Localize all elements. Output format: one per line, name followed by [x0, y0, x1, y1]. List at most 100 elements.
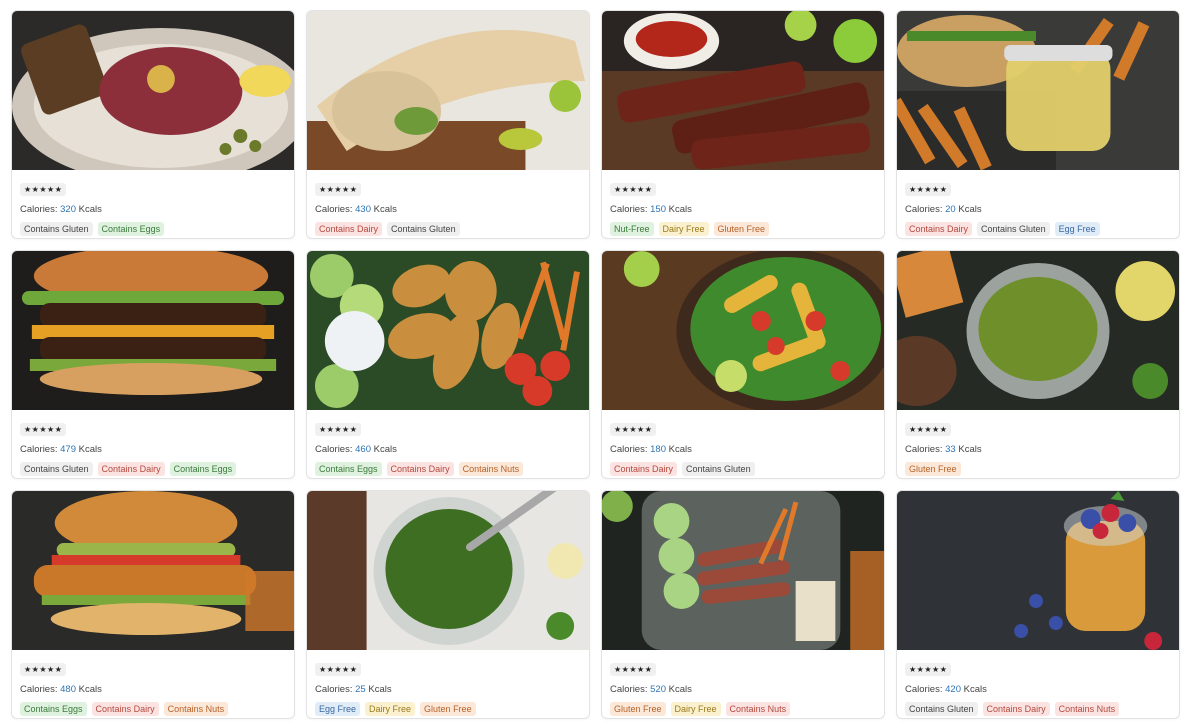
berry-parfait-photo[interactable] — [897, 491, 1179, 650]
dietary-tags: Contains Dairy Contains Gluten Egg Free — [905, 222, 1171, 236]
recipe-card[interactable]: ★★★★★ Calories: 460 Kcals Contains Eggs Con… — [306, 250, 590, 479]
calories-value: 479 — [60, 444, 76, 455]
calories-label: Calories: — [610, 204, 648, 215]
calories-value: 420 — [945, 684, 961, 695]
dietary-tag[interactable]: Contains Gluten — [977, 222, 1050, 236]
chicken-tenders-photo[interactable] — [307, 251, 589, 410]
calories-value: 520 — [650, 684, 666, 695]
recipe-card[interactable]: ★★★★★ Calories: 479 Kcals Contains Gluten C… — [11, 250, 295, 479]
calories-label: Calories: — [315, 684, 353, 695]
dietary-tag[interactable]: Gluten Free — [713, 222, 770, 236]
dietary-tag[interactable]: Dairy Free — [670, 702, 721, 716]
dietary-tag[interactable]: Contains Dairy — [97, 462, 165, 476]
calories-value: 430 — [355, 204, 371, 215]
recipe-card[interactable]: ★★★★★ Calories: 150 Kcals Nut-Free Dairy Fr… — [601, 10, 885, 239]
calories-unit: Kcals — [78, 204, 102, 215]
star-rating: ★★★★★ — [20, 183, 67, 196]
corn-salad-photo[interactable] — [602, 251, 884, 410]
calories-unit: Kcals — [958, 204, 982, 215]
double-burger-photo[interactable] — [12, 251, 294, 410]
grilled-ribs-photo[interactable] — [602, 11, 884, 170]
recipe-card[interactable]: ★★★★★ Calories: 25 Kcals Egg Free Dairy Fre… — [306, 490, 590, 719]
dietary-tag[interactable]: Contains Nuts — [458, 462, 524, 476]
chicken-wrap-photo[interactable] — [307, 11, 589, 170]
green-sauce-photo[interactable] — [897, 251, 1179, 410]
star-rating: ★★★★★ — [610, 663, 657, 676]
recipe-card[interactable]: ★★★★★ Calories: 33 Kcals Gluten Free — [896, 250, 1180, 479]
dietary-tag[interactable]: Dairy Free — [365, 702, 416, 716]
dietary-tag[interactable]: Gluten Free — [420, 702, 476, 716]
dietary-tag[interactable]: Nut-Free — [610, 222, 654, 236]
star-rating: ★★★★★ — [905, 663, 952, 676]
recipe-card[interactable]: ★★★★★ Calories: 180 Kcals Contains Dairy Co… — [601, 250, 885, 479]
calories-label: Calories: — [905, 204, 943, 215]
calories-line: Calories: 150 Kcals — [610, 204, 876, 215]
star-rating: ★★★★★ — [610, 423, 657, 436]
calories-unit: Kcals — [958, 444, 982, 455]
recipe-card[interactable]: ★★★★★ Calories: 520 Kcals Gluten Free Dairy… — [601, 490, 885, 719]
calories-value: 320 — [60, 204, 76, 215]
star-rating: ★★★★★ — [315, 183, 362, 196]
recipe-card[interactable]: ★★★★★ Calories: 420 Kcals Contains Gluten C… — [896, 490, 1180, 719]
recipe-card[interactable]: ★★★★★ Calories: 480 Kcals Contains Eggs Con… — [11, 490, 295, 719]
dietary-tag[interactable]: Gluten Free — [610, 702, 666, 716]
dietary-tag[interactable]: Contains Dairy — [610, 462, 678, 476]
dietary-tags: Gluten Free — [905, 462, 1171, 476]
calories-unit: Kcals — [78, 444, 102, 455]
calories-line: Calories: 479 Kcals — [20, 444, 286, 455]
calories-value: 20 — [945, 204, 956, 215]
dietary-tags: Contains Gluten Contains Eggs — [20, 222, 286, 236]
dietary-tags: Contains Gluten Contains Dairy Contains Eg… — [20, 462, 286, 476]
steak-meal-prep-photo[interactable] — [602, 491, 884, 650]
dietary-tag[interactable]: Contains Gluten — [387, 222, 460, 236]
dietary-tag[interactable]: Contains Eggs — [169, 462, 237, 476]
crispy-chicken-burger-photo[interactable] — [12, 491, 294, 650]
dietary-tag[interactable]: Contains Dairy — [905, 222, 973, 236]
dietary-tag[interactable]: Egg Free — [1054, 222, 1100, 236]
calories-value: 480 — [60, 684, 76, 695]
dietary-tag[interactable]: Contains Dairy — [386, 462, 454, 476]
dietary-tag[interactable]: Contains Eggs — [315, 462, 382, 476]
calories-line: Calories: 420 Kcals — [905, 684, 1171, 695]
recipe-meta: ★★★★★ Calories: 320 Kcals Contains Gluten C… — [12, 170, 294, 236]
dietary-tag[interactable]: Contains Gluten — [20, 462, 93, 476]
dietary-tags: Contains Dairy Contains Gluten — [315, 222, 581, 236]
dietary-tag[interactable]: Contains Nuts — [725, 702, 791, 716]
calories-line: Calories: 520 Kcals — [610, 684, 876, 695]
recipe-meta: ★★★★★ Calories: 479 Kcals Contains Gluten C… — [12, 410, 294, 476]
recipe-grid: ★★★★★ Calories: 320 Kcals Contains Gluten C… — [11, 10, 1180, 719]
calories-unit: Kcals — [78, 684, 102, 695]
dietary-tag[interactable]: Contains Nuts — [1054, 702, 1120, 716]
recipe-meta: ★★★★★ Calories: 460 Kcals Contains Eggs Con… — [307, 410, 589, 476]
recipe-meta: ★★★★★ Calories: 33 Kcals Gluten Free — [897, 410, 1179, 476]
recipe-card[interactable]: ★★★★★ Calories: 430 Kcals Contains Dairy Co… — [306, 10, 590, 239]
fries-dip-photo[interactable] — [897, 11, 1179, 170]
dietary-tag[interactable]: Contains Gluten — [905, 702, 978, 716]
dietary-tag[interactable]: Egg Free — [315, 702, 361, 716]
dietary-tag[interactable]: Dairy Free — [658, 222, 709, 236]
dietary-tag[interactable]: Contains Gluten — [682, 462, 755, 476]
chimichurri-photo[interactable] — [307, 491, 589, 650]
calories-label: Calories: — [610, 444, 648, 455]
calories-unit: Kcals — [368, 684, 392, 695]
dietary-tag[interactable]: Contains Eggs — [97, 222, 165, 236]
calories-line: Calories: 430 Kcals — [315, 204, 581, 215]
beef-tartare-photo[interactable] — [12, 11, 294, 170]
dietary-tag[interactable]: Contains Gluten — [20, 222, 93, 236]
dietary-tag[interactable]: Contains Nuts — [163, 702, 229, 716]
dietary-tag[interactable]: Contains Eggs — [20, 702, 87, 716]
calories-unit: Kcals — [963, 684, 987, 695]
recipe-meta: ★★★★★ Calories: 25 Kcals Egg Free Dairy Fre… — [307, 650, 589, 716]
recipe-card[interactable]: ★★★★★ Calories: 320 Kcals Contains Gluten C… — [11, 10, 295, 239]
dietary-tag[interactable]: Contains Dairy — [982, 702, 1050, 716]
calories-value: 460 — [355, 444, 371, 455]
dietary-tag[interactable]: Contains Dairy — [315, 222, 383, 236]
dietary-tag[interactable]: Gluten Free — [905, 462, 961, 476]
calories-line: Calories: 480 Kcals — [20, 684, 286, 695]
calories-value: 33 — [945, 444, 956, 455]
recipe-card[interactable]: ★★★★★ Calories: 20 Kcals Contains Dairy Con… — [896, 10, 1180, 239]
calories-label: Calories: — [20, 444, 58, 455]
calories-label: Calories: — [315, 204, 353, 215]
dietary-tag[interactable]: Contains Dairy — [91, 702, 159, 716]
recipe-meta: ★★★★★ Calories: 480 Kcals Contains Eggs Con… — [12, 650, 294, 716]
